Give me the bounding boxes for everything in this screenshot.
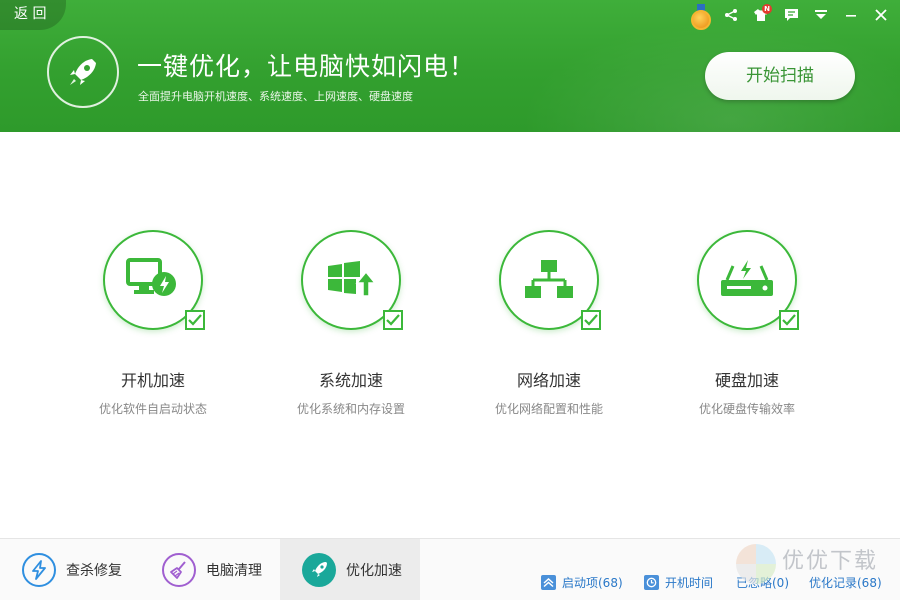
close-icon[interactable] (870, 4, 892, 26)
boot-speedup-checkbox[interactable] (185, 310, 205, 330)
tab-optimize-speedup[interactable]: 优化加速 (280, 539, 420, 600)
card-title: 开机加速 (120, 371, 185, 390)
back-button[interactable]: 返 回 (0, 0, 66, 30)
windows-up-icon (328, 261, 376, 297)
card-description: 优化系统和内存设置 (296, 402, 405, 416)
disk-speedup-checkbox[interactable] (779, 310, 799, 330)
medal-icon[interactable] (690, 4, 712, 30)
clock-icon (644, 575, 659, 590)
title-bar-controls: N (690, 2, 892, 30)
card-boot-speedup: 开机加速 优化软件自启动状态 (53, 230, 253, 430)
shirt-icon[interactable]: N (750, 4, 772, 26)
card-disk-speedup: 硬盘加速 优化硬盘传输效率 (647, 230, 847, 430)
page-headline: 一键优化，让电脑快如闪电！ (137, 52, 476, 81)
tab-virus-scan[interactable]: 查杀修复 (0, 539, 140, 600)
card-system-speedup: 系统加速 优化系统和内存设置 (251, 230, 451, 430)
tab-label: 优化加速 (346, 563, 402, 579)
startup-items-label: 启动项(68) (562, 576, 623, 590)
system-speedup-checkbox[interactable] (383, 310, 403, 330)
rocket-icon (47, 36, 119, 108)
tab-label: 电脑清理 (206, 563, 262, 579)
card-description: 优化网络配置和性能 (494, 402, 603, 416)
monitor-bolt-icon (126, 258, 176, 296)
boot-time-link[interactable]: 开机时间 (644, 574, 713, 591)
card-description: 优化硬盘传输效率 (698, 402, 795, 416)
card-description: 优化软件自启动状态 (98, 402, 207, 416)
lightning-icon (22, 553, 56, 587)
tab-label: 查杀修复 (66, 563, 122, 579)
card-title: 网络加速 (516, 371, 581, 390)
menu-icon[interactable] (810, 4, 832, 26)
network-icon (525, 260, 573, 298)
card-title: 硬盘加速 (714, 371, 779, 390)
watermark: 优优下载 (732, 540, 900, 600)
network-speedup-checkbox[interactable] (581, 310, 601, 330)
card-title: 系统加速 (318, 371, 383, 390)
watermark-text: 优优下载 (782, 549, 879, 574)
startup-items-link[interactable]: 启动项(68) (541, 574, 623, 591)
harddisk-icon (721, 260, 773, 296)
rocket-icon (302, 553, 336, 587)
minimize-icon[interactable] (840, 4, 862, 26)
startup-icon (541, 575, 556, 590)
broom-icon (162, 553, 196, 587)
card-network-speedup: 网络加速 优化网络配置和性能 (449, 230, 649, 430)
start-scan-button[interactable]: 开始扫描 (705, 52, 855, 100)
message-icon[interactable] (780, 4, 802, 26)
watermark-logo-icon (736, 544, 776, 584)
boot-time-label: 开机时间 (665, 576, 714, 590)
notification-badge: N (762, 4, 772, 14)
tab-pc-cleanup[interactable]: 电脑清理 (140, 539, 280, 600)
header-banner: 返 回 N 一键优化，让电脑快如闪电！ 全面提升电脑开机速度、系统速度、上网速度… (0, 0, 900, 132)
share-icon[interactable] (720, 4, 742, 26)
page-subheadline: 全面提升电脑开机速度、系统速度、上网速度、硬盘速度 (138, 90, 413, 103)
